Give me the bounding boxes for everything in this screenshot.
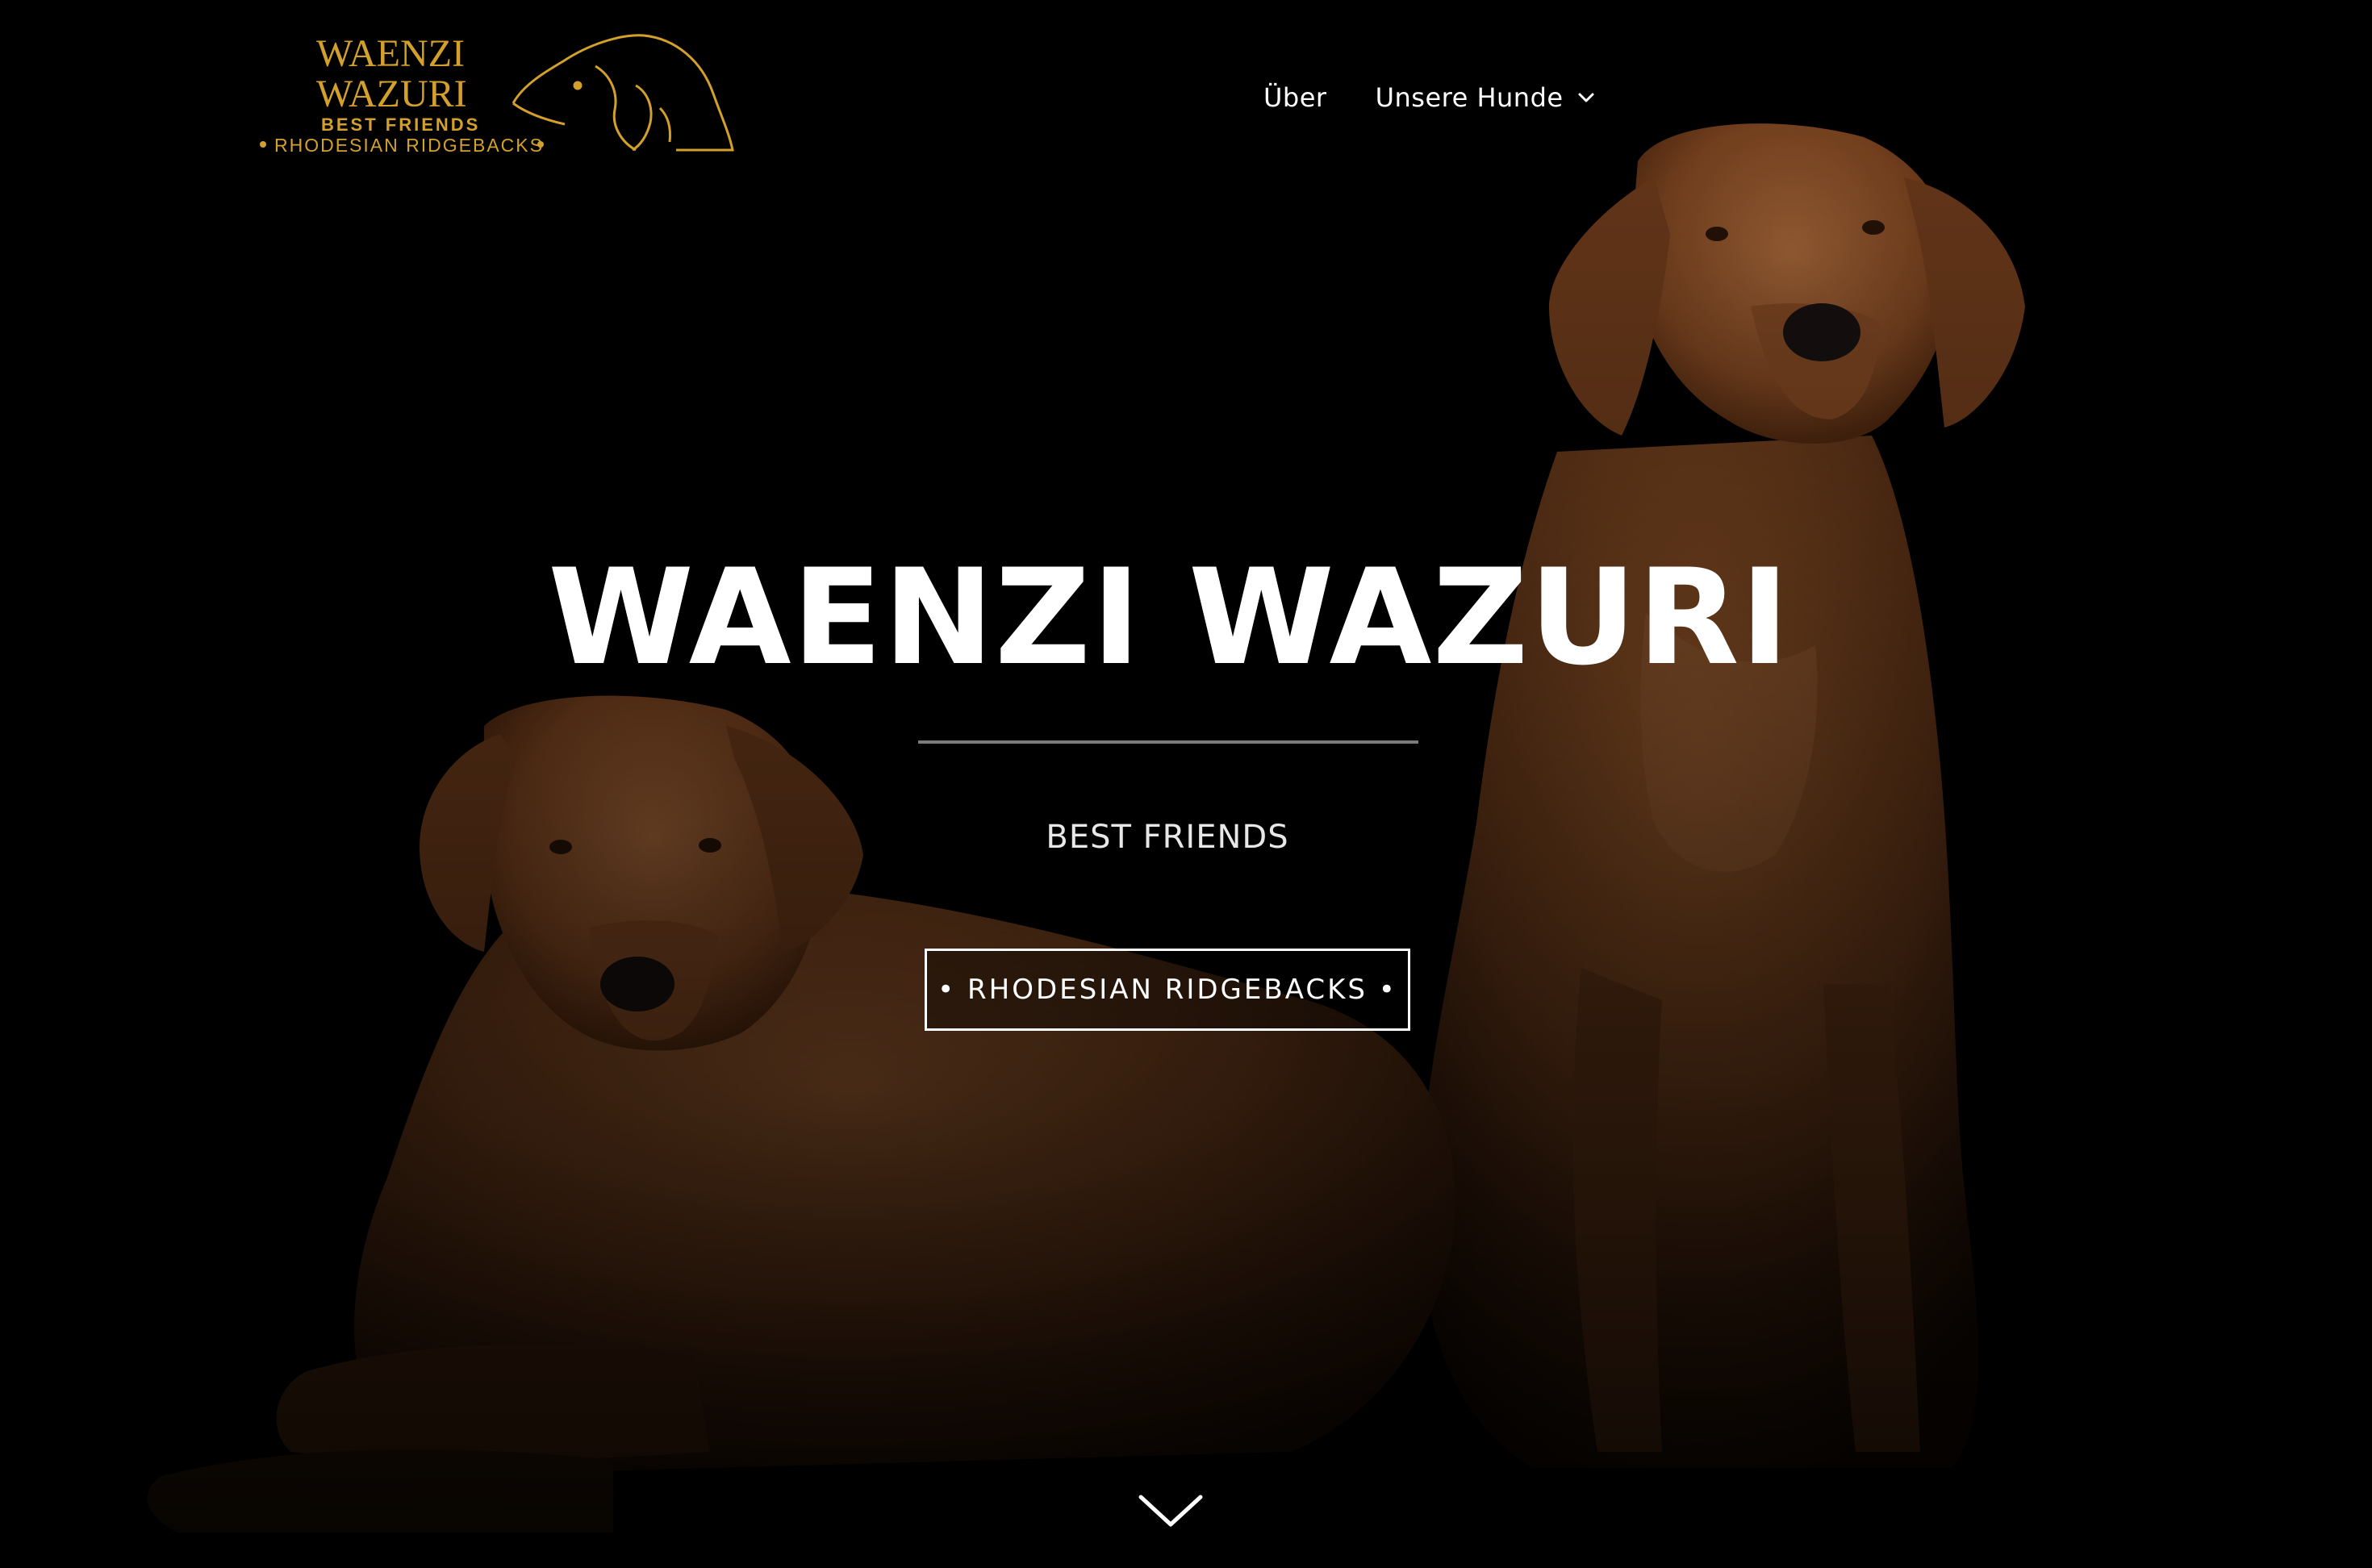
site-logo[interactable]: WAENZI WAZURI BEST FRIENDS RHODESIAN RID…: [257, 29, 736, 160]
nav-item-unsere-hunde[interactable]: Unsere Hunde: [1376, 82, 1597, 113]
logo-line-2: WAZURI: [316, 73, 467, 115]
hero-divider: [918, 740, 1418, 744]
logo-dog-icon: [512, 34, 734, 152]
hero-subtitle: BEST FRIENDS: [1046, 819, 1289, 856]
nav-item-label: Über: [1263, 82, 1327, 113]
hero-overlay: [0, 0, 2372, 1568]
hero-section: WAENZI WAZURI BEST FRIENDS RHODESIAN RID…: [0, 0, 2372, 1568]
logo-line-3: BEST FRIENDS: [321, 115, 480, 135]
rhodesian-ridgebacks-button[interactable]: • RHODESIAN RIDGEBACKS •: [925, 949, 1410, 1031]
logo-line-4: RHODESIAN RIDGEBACKS: [274, 135, 544, 156]
nav-item-label: Unsere Hunde: [1375, 82, 1564, 113]
logo-line-1: WAENZI: [316, 32, 465, 75]
scroll-down-chevron-icon[interactable]: [1138, 1492, 1204, 1531]
chevron-down-icon: [1578, 93, 1594, 102]
hero-title: WAENZI WAZURI: [548, 540, 1790, 694]
nav-item-ueber[interactable]: Über: [1263, 82, 1327, 113]
main-nav: Über Unsere Hunde: [1263, 77, 1597, 118]
